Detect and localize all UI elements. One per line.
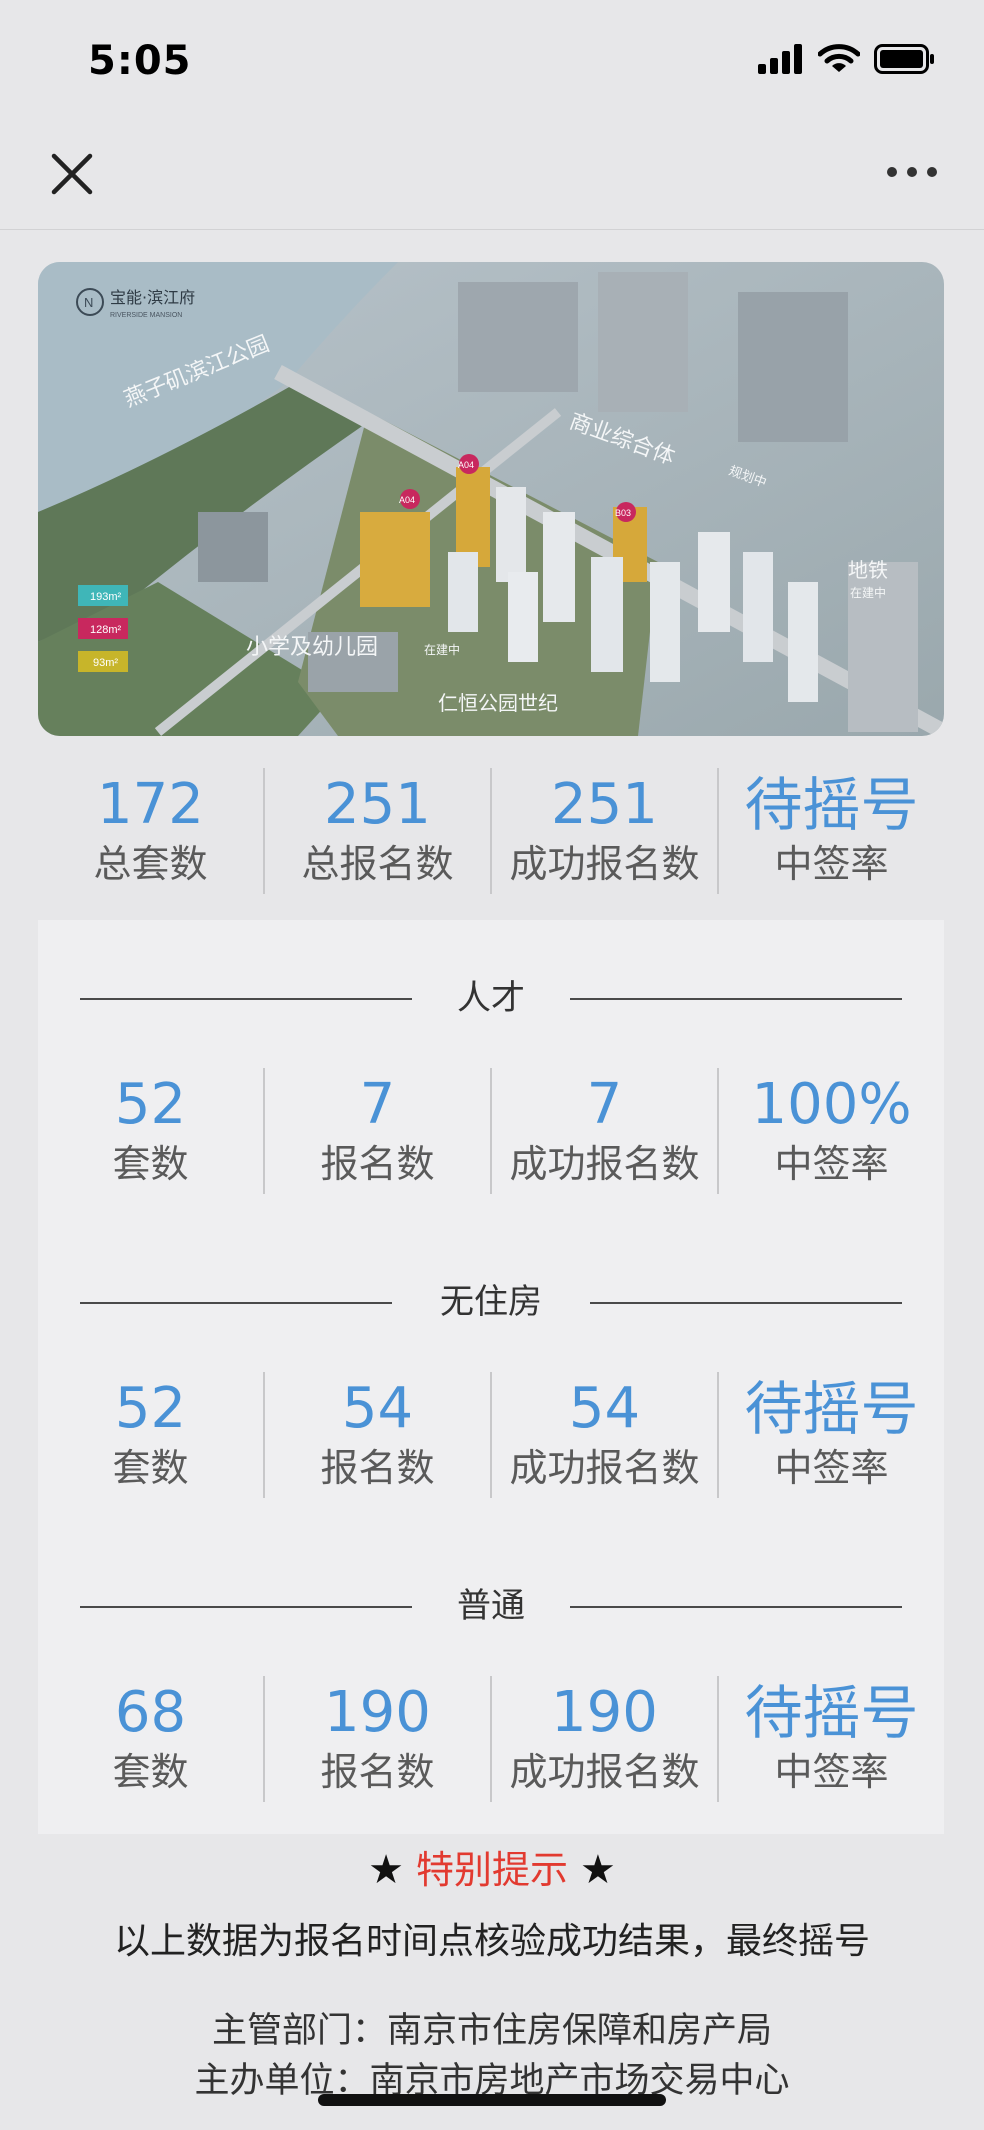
footer-dept: 主管部门：南京市住房保障和房产局 [211, 2011, 772, 2051]
svg-text:N: N [84, 295, 93, 310]
stat-win-rate: 待摇号 中签率 [717, 768, 944, 894]
stat-label: 套数 [112, 1750, 189, 1794]
nav-bar [0, 120, 984, 230]
status-bar: 5:05 [0, 0, 984, 120]
plot-label: B03 [615, 508, 631, 518]
section-title: 无住房 [440, 1282, 542, 1322]
brand-name: 宝能·滨江府 [110, 288, 195, 307]
project-aerial-image: N 宝能·滨江府 RIVERSIDE MANSION 燕子矶滨江公园 商业综合体… [38, 262, 944, 736]
stat-successful-registrations: 7 成功报名数 [490, 1068, 717, 1194]
label-century-park: 仁恒公园世纪 [438, 691, 558, 715]
stat-win-rate: 100% 中签率 [717, 1068, 944, 1194]
legend-label: 93m² [93, 657, 118, 669]
wifi-icon [818, 44, 860, 72]
star-icon: ★ [580, 1847, 616, 1893]
stat-value: 190 [551, 1680, 658, 1745]
stat-value: 68 [114, 1680, 187, 1745]
notice-title: 特别提示 [415, 1848, 568, 1892]
section-title: 普通 [457, 1586, 525, 1626]
battery-icon [874, 44, 934, 74]
unit-size-legend: 193m² 128m² 93m² [78, 585, 128, 672]
legend-label: 193m² [90, 591, 122, 603]
stat-label: 套数 [112, 1446, 189, 1490]
summary-stats: 172 总套数 251 总报名数 251 成功报名数 待摇号 中签率 [38, 768, 944, 894]
stat-label: 成功报名数 [509, 1142, 700, 1186]
section-stats-no-housing: 52 套数 54 报名数 54 成功报名数 待摇号 中签率 [38, 1372, 944, 1498]
stat-value: 100% [751, 1072, 912, 1137]
stat-value: 190 [324, 1680, 431, 1745]
stat-value: 7 [359, 1072, 396, 1137]
app-screen: 5:05 N 宝能·滨江府 RIVERSIDE MANSION 燕子矶滨江公园 … [0, 0, 984, 2130]
stat-units: 52 套数 [38, 1068, 263, 1194]
stat-label: 中签率 [774, 1446, 889, 1490]
stat-label: 总套数 [93, 842, 208, 886]
label-school: 小学及幼儿园 [246, 635, 378, 660]
stat-value: 7 [586, 1072, 623, 1137]
notice-text: 以上数据为报名时间点核验成功结果，最终摇号 [113, 1921, 870, 1962]
stat-units: 52 套数 [38, 1372, 263, 1498]
star-icon: ★ [368, 1847, 404, 1893]
stat-label: 成功报名数 [509, 1750, 700, 1794]
plot-label: A04 [399, 495, 415, 505]
stat-label: 总报名数 [301, 842, 454, 886]
stat-value: 52 [114, 1376, 187, 1441]
close-button[interactable] [48, 150, 96, 198]
stat-win-rate: 待摇号 中签率 [717, 1676, 944, 1802]
stat-successful-registrations: 251 成功报名数 [490, 768, 717, 894]
cellular-signal-icon [758, 44, 802, 74]
section-header-general: 普通 [80, 1580, 902, 1632]
label-metro-note: 在建中 [850, 585, 886, 600]
stat-label: 成功报名数 [509, 842, 700, 886]
stat-value: 172 [97, 772, 204, 837]
stat-registrations: 190 报名数 [263, 1676, 490, 1802]
section-header-no-housing: 无住房 [80, 1276, 902, 1328]
section-title: 人才 [457, 978, 525, 1018]
stat-label: 成功报名数 [509, 1446, 700, 1490]
plot-label: A04 [458, 460, 474, 470]
status-time: 5:05 [88, 38, 192, 84]
stat-label: 中签率 [774, 1142, 889, 1186]
section-header-talent: 人才 [80, 972, 902, 1024]
stat-total-registrations: 251 总报名数 [263, 768, 490, 894]
stat-label: 中签率 [774, 842, 889, 886]
brand-name-en: RIVERSIDE MANSION [110, 312, 182, 319]
stat-label: 报名数 [320, 1446, 435, 1490]
stat-value: 54 [341, 1376, 414, 1441]
stat-label: 套数 [112, 1142, 189, 1186]
stat-value: 251 [551, 772, 658, 837]
stat-value: 待摇号 [744, 1375, 919, 1443]
category-breakdown-panel: 人才 52 套数 7 报名数 7 成功报名数 100% 中签率 无住房 52 套… [38, 920, 944, 1834]
section-stats-talent: 52 套数 7 报名数 7 成功报名数 100% 中签率 [38, 1068, 944, 1194]
status-icons [758, 44, 936, 74]
stat-registrations: 7 报名数 [263, 1068, 490, 1194]
stat-value: 54 [568, 1376, 641, 1441]
stat-successful-registrations: 190 成功报名数 [490, 1676, 717, 1802]
stat-value: 待摇号 [744, 1679, 919, 1747]
stat-label: 报名数 [320, 1750, 435, 1794]
legend-label: 128m² [90, 624, 122, 636]
stat-value: 251 [324, 772, 431, 837]
label-metro: 地铁 [848, 558, 888, 582]
stat-label: 报名数 [320, 1142, 435, 1186]
stat-successful-registrations: 54 成功报名数 [490, 1372, 717, 1498]
section-stats-general: 68 套数 190 报名数 190 成功报名数 待摇号 中签率 [38, 1676, 944, 1802]
label-school-note: 在建中 [424, 642, 460, 657]
more-options-button[interactable] [884, 160, 940, 184]
stat-registrations: 54 报名数 [263, 1372, 490, 1498]
home-indicator[interactable] [318, 2094, 666, 2106]
special-notice-heading: ★ 特别提示 ★ [0, 1840, 984, 1900]
stat-units: 68 套数 [38, 1676, 263, 1802]
stat-value: 待摇号 [744, 771, 919, 839]
stat-label: 中签率 [774, 1750, 889, 1794]
stat-win-rate: 待摇号 中签率 [717, 1372, 944, 1498]
stat-total-units: 172 总套数 [38, 768, 263, 894]
stat-value: 52 [114, 1072, 187, 1137]
